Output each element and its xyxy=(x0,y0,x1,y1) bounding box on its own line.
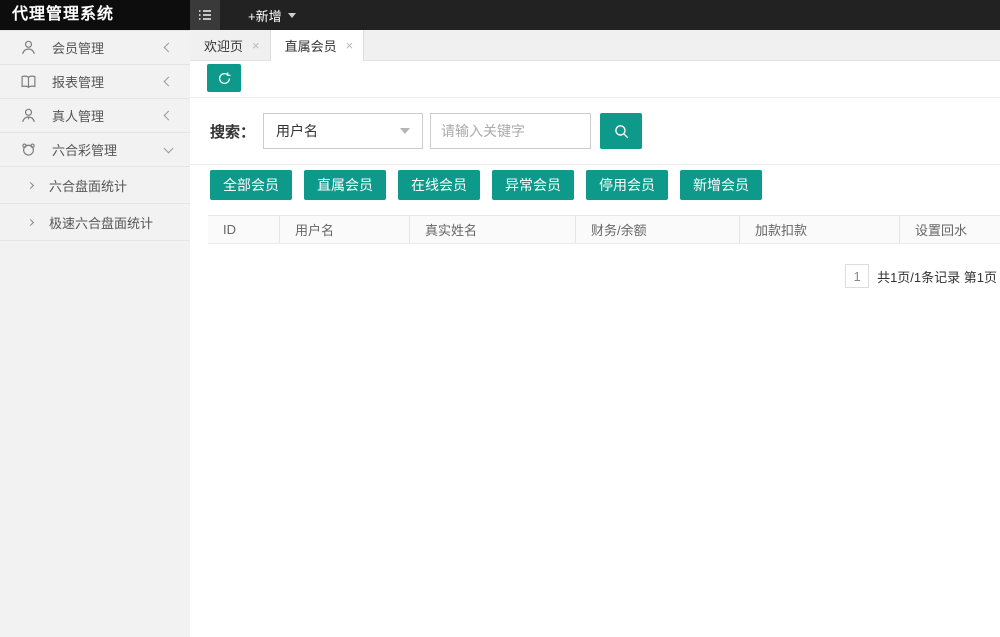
search-label: 搜索： xyxy=(210,121,255,142)
online-members-button[interactable]: 在线会员 xyxy=(398,170,480,200)
all-members-button[interactable]: 全部会员 xyxy=(210,170,292,200)
ball-icon xyxy=(20,141,37,158)
sidebar-item-report-management[interactable]: 报表管理 xyxy=(0,65,190,99)
hamburger-menu-button[interactable] xyxy=(190,0,220,30)
chevron-left-icon xyxy=(164,111,174,121)
add-new-label: +新增 xyxy=(248,6,282,25)
sidebar-subitem-label: 极速六合盘面统计 xyxy=(49,213,153,232)
abnormal-members-button[interactable]: 异常会员 xyxy=(492,170,574,200)
search-field-select[interactable]: 用户名 xyxy=(263,113,423,149)
sidebar-item-label: 六合彩管理 xyxy=(52,140,165,159)
column-header-id: ID xyxy=(208,216,280,243)
sidebar-item-label: 真人管理 xyxy=(52,106,165,125)
sidebar-subitem-fast-lottery-board-stats[interactable]: 极速六合盘面统计 xyxy=(0,204,190,241)
column-header-realname: 真实姓名 xyxy=(410,216,576,243)
keyword-input[interactable] xyxy=(430,113,591,149)
member-filter-buttons: 全部会员 直属会员 在线会员 异常会员 停用会员 新增会员 xyxy=(190,165,1000,200)
search-bar: 搜索： 用户名 xyxy=(190,98,1000,164)
column-header-username: 用户名 xyxy=(280,216,410,243)
toolbar xyxy=(190,61,1000,97)
sidebar-item-label: 会员管理 xyxy=(52,38,165,57)
direct-members-button[interactable]: 直属会员 xyxy=(304,170,386,200)
sidebar-item-lottery-management[interactable]: 六合彩管理 xyxy=(0,133,190,167)
caret-down-icon xyxy=(288,13,296,18)
sidebar-subitem-lottery-board-stats[interactable]: 六合盘面统计 xyxy=(0,167,190,204)
chevron-left-icon xyxy=(164,43,174,53)
search-field-selected-value: 用户名 xyxy=(276,121,318,141)
user-icon xyxy=(20,39,37,56)
tab-direct-members[interactable]: 直属会员 × xyxy=(271,30,365,61)
chevron-right-icon xyxy=(27,181,34,188)
content-panel: 搜索： 用户名 全部会员 直属会员 在线会员 xyxy=(190,61,1000,637)
sidebar: 会员管理 报表管理 真人管理 xyxy=(0,30,190,637)
tab-bar: 欢迎页 × 直属会员 × xyxy=(190,30,1000,61)
disabled-members-button[interactable]: 停用会员 xyxy=(586,170,668,200)
pagination-summary: 共1页/1条记录 第1页 xyxy=(877,267,997,286)
tab-label: 欢迎页 xyxy=(204,36,243,55)
chevron-down-icon xyxy=(164,143,174,153)
tab-welcome[interactable]: 欢迎页 × xyxy=(190,30,271,61)
top-header: 代理管理系统 +新增 xyxy=(0,0,1000,30)
refresh-button[interactable] xyxy=(207,64,241,92)
app-title: 代理管理系统 xyxy=(0,0,190,30)
search-button[interactable] xyxy=(600,113,642,149)
members-table-header: ID 用户名 真实姓名 财务/余额 加款扣款 设置回水 xyxy=(208,215,1000,244)
person-icon xyxy=(20,107,37,124)
add-new-dropdown[interactable]: +新增 xyxy=(248,0,296,30)
book-icon xyxy=(20,73,37,90)
page-number-button[interactable]: 1 xyxy=(845,264,869,288)
close-icon[interactable]: × xyxy=(346,38,354,53)
tab-label: 直属会员 xyxy=(285,36,337,55)
column-header-rebate-setting: 设置回水 xyxy=(900,216,1000,243)
sidebar-item-live-management[interactable]: 真人管理 xyxy=(0,99,190,133)
chevron-left-icon xyxy=(164,77,174,87)
magnifier-icon xyxy=(613,123,630,140)
chevron-down-icon xyxy=(400,128,410,134)
column-header-add-deduct: 加款扣款 xyxy=(740,216,900,243)
add-member-button[interactable]: 新增会员 xyxy=(680,170,762,200)
column-header-finance-balance: 财务/余额 xyxy=(576,216,740,243)
chevron-right-icon xyxy=(27,218,34,225)
sidebar-subitem-label: 六合盘面统计 xyxy=(49,176,127,195)
refresh-icon xyxy=(217,71,232,86)
pagination: 1 共1页/1条记录 第1页 xyxy=(190,264,1000,288)
sidebar-item-label: 报表管理 xyxy=(52,72,165,91)
sidebar-item-member-management[interactable]: 会员管理 xyxy=(0,31,190,65)
hamburger-icon xyxy=(197,7,213,23)
close-icon[interactable]: × xyxy=(252,38,260,53)
